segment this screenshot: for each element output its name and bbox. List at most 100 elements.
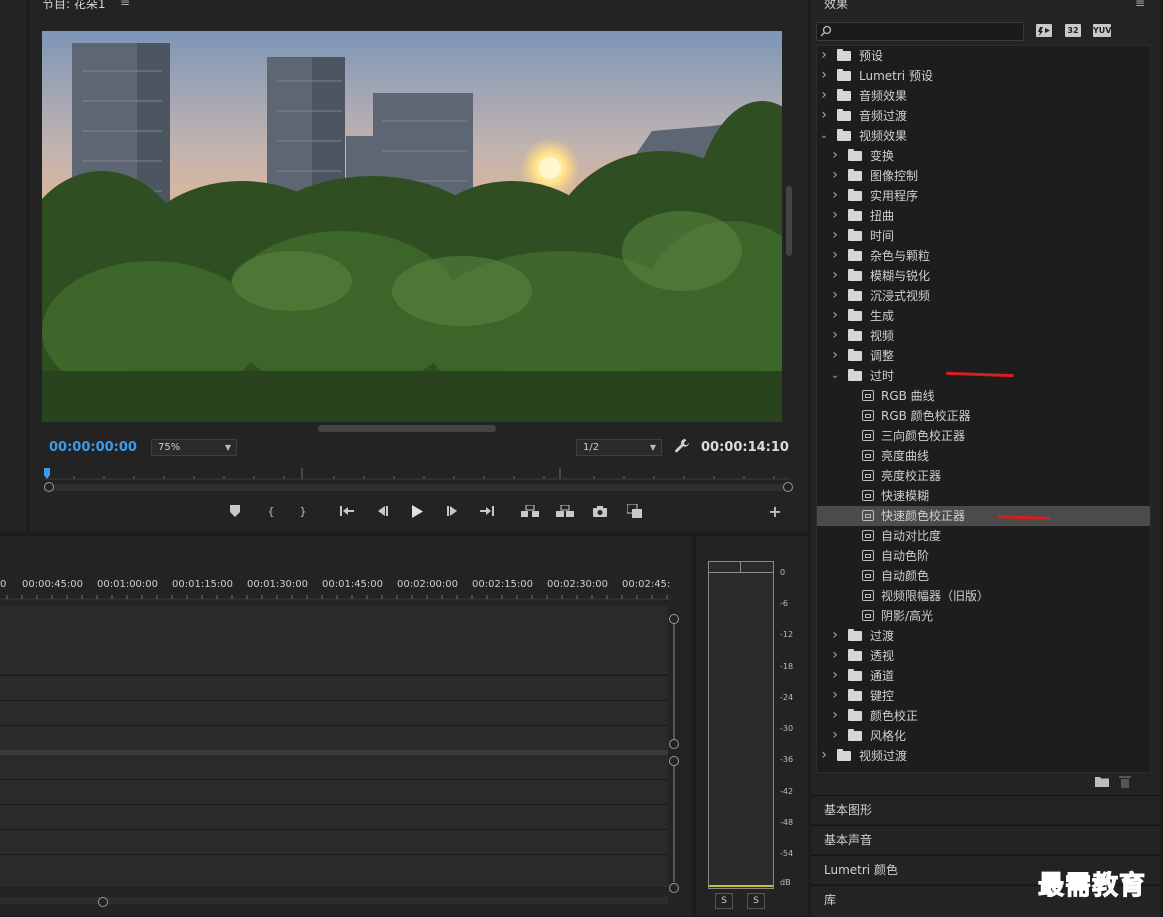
chevron-right-icon[interactable]: › <box>830 286 840 305</box>
chevron-right-icon[interactable]: › <box>830 326 840 345</box>
folder-item[interactable]: › Lumetri 预设 <box>817 66 1150 86</box>
audio-track[interactable] <box>0 755 668 779</box>
chevron-right-icon[interactable]: › <box>830 726 840 745</box>
chevron-right-icon[interactable]: › <box>830 206 840 225</box>
chevron-right-icon[interactable]: › <box>819 46 829 65</box>
folder-item[interactable]: › 时间 <box>817 226 1150 246</box>
effect-item[interactable]: 自动颜色 <box>817 566 1150 586</box>
folder-item[interactable]: › 图像控制 <box>817 166 1150 186</box>
accelerated-effects-icon[interactable] <box>1036 24 1052 37</box>
camera-icon[interactable] <box>591 502 609 520</box>
monitor-time-ruler[interactable] <box>44 468 790 480</box>
effect-item[interactable]: 三向颜色校正器 <box>817 426 1150 446</box>
video-track[interactable] <box>0 701 668 725</box>
chevron-right-icon[interactable]: › <box>830 706 840 725</box>
delete-icon[interactable] <box>1119 775 1131 788</box>
chevron-right-icon[interactable]: › <box>830 686 840 705</box>
chevron-right-icon[interactable]: › <box>830 626 840 645</box>
chevron-right-icon[interactable]: › <box>819 86 829 105</box>
folder-item[interactable]: › 音频过渡 <box>817 106 1150 126</box>
effect-item[interactable]: 视频限幅器（旧版） <box>817 586 1150 606</box>
timeline-ruler[interactable]: 0 00:00:45:00 00:01:00:00 00:01:15:00 00… <box>0 576 670 600</box>
audio-track[interactable] <box>0 830 668 854</box>
effect-item[interactable]: 自动色阶 <box>817 546 1150 566</box>
folder-item[interactable]: › 键控 <box>817 686 1150 706</box>
effect-item[interactable]: 亮度校正器 <box>817 466 1150 486</box>
chevron-right-icon[interactable]: › <box>830 246 840 265</box>
effect-item[interactable]: 阴影/高光 <box>817 606 1150 626</box>
folder-item[interactable]: › 透视 <box>817 646 1150 666</box>
zoom-handle-left[interactable] <box>44 482 54 492</box>
video-scrollbar[interactable] <box>673 622 675 742</box>
folder-item[interactable]: › 颜色校正 <box>817 706 1150 726</box>
folder-item[interactable]: › 模糊与锐化 <box>817 266 1150 286</box>
video-track[interactable] <box>0 726 668 750</box>
video-track-area[interactable] <box>0 606 668 674</box>
monitor-vertical-scrollbar[interactable] <box>786 186 792 256</box>
chevron-right-icon[interactable]: › <box>830 646 840 665</box>
chevron-down-icon[interactable]: ⌄ <box>830 366 840 386</box>
essential-sound-panel[interactable]: 基本声音 <box>811 825 1160 854</box>
folder-item[interactable]: › 视频 <box>817 326 1150 346</box>
folder-item[interactable]: › 生成 <box>817 306 1150 326</box>
effects-panel-title[interactable]: 效果 <box>824 0 848 12</box>
chevron-right-icon[interactable]: › <box>830 346 840 365</box>
play-icon[interactable] <box>408 502 426 520</box>
folder-item[interactable]: › 过渡 <box>817 626 1150 646</box>
scroll-handle[interactable] <box>669 614 679 624</box>
chevron-right-icon[interactable]: › <box>819 66 829 85</box>
yuv-effects-icon[interactable]: YUV <box>1093 24 1111 37</box>
panel-menu-icon[interactable]: ≡ <box>1135 0 1145 10</box>
folder-item[interactable]: › 扭曲 <box>817 206 1150 226</box>
mark-out-icon[interactable]: } <box>294 502 312 520</box>
program-monitor-title[interactable]: 节目: 花朵1 <box>42 0 106 12</box>
effect-item[interactable]: 自动对比度 <box>817 526 1150 546</box>
folder-item[interactable]: › 沉浸式视频 <box>817 286 1150 306</box>
playback-resolution-dropdown[interactable]: 1/2 ▼ <box>576 439 662 456</box>
32-bit-effects-icon[interactable]: 32 <box>1065 24 1081 37</box>
folder-item[interactable]: › 预设 <box>817 46 1150 66</box>
video-track[interactable] <box>0 676 668 700</box>
chevron-right-icon[interactable]: › <box>830 666 840 685</box>
monitor-horizontal-scrollbar[interactable] <box>318 425 496 432</box>
folder-item[interactable]: › 变换 <box>817 146 1150 166</box>
zoom-scroll-bar[interactable] <box>44 484 790 491</box>
panel-menu-icon[interactable]: ≡ <box>120 0 130 9</box>
current-timecode[interactable]: 00:00:00:00 <box>49 440 137 455</box>
chevron-down-icon[interactable]: ⌄ <box>819 126 829 146</box>
scroll-handle[interactable] <box>98 897 108 907</box>
folder-item[interactable]: › 音频效果 <box>817 86 1150 106</box>
zoom-level-dropdown[interactable]: 75% ▼ <box>151 439 237 456</box>
chevron-right-icon[interactable]: › <box>830 166 840 185</box>
go-to-out-icon[interactable] <box>478 502 496 520</box>
folder-item[interactable]: › 杂色与颗粒 <box>817 246 1150 266</box>
folder-item[interactable]: › 通道 <box>817 666 1150 686</box>
effects-search-input[interactable] <box>816 22 1024 41</box>
chevron-right-icon[interactable]: › <box>819 106 829 125</box>
effect-item[interactable]: 快速颜色校正器 <box>817 506 1150 526</box>
lift-icon[interactable] <box>521 502 539 520</box>
folder-item[interactable]: › 调整 <box>817 346 1150 366</box>
audio-scrollbar[interactable] <box>673 764 675 882</box>
folder-item[interactable]: › 视频过渡 <box>817 746 1150 766</box>
scroll-handle[interactable] <box>669 739 679 749</box>
audio-track[interactable] <box>0 805 668 829</box>
audio-track[interactable] <box>0 780 668 804</box>
step-forward-icon[interactable] <box>444 502 462 520</box>
folder-item[interactable]: ⌄ 视频效果 <box>817 126 1150 146</box>
scroll-handle[interactable] <box>669 756 679 766</box>
new-folder-icon[interactable] <box>1095 776 1109 787</box>
folder-item[interactable]: › 风格化 <box>817 726 1150 746</box>
folder-item[interactable]: › 实用程序 <box>817 186 1150 206</box>
solo-left-button[interactable]: S <box>715 893 733 909</box>
effect-item[interactable]: RGB 颜色校正器 <box>817 406 1150 426</box>
extract-icon[interactable] <box>556 502 574 520</box>
chevron-right-icon[interactable]: › <box>830 146 840 165</box>
effect-item[interactable]: 快速模糊 <box>817 486 1150 506</box>
solo-right-button[interactable]: S <box>747 893 765 909</box>
wrench-icon[interactable] <box>674 438 690 454</box>
chevron-right-icon[interactable]: › <box>819 746 829 765</box>
chevron-right-icon[interactable]: › <box>830 306 840 325</box>
essential-graphics-panel[interactable]: 基本图形 <box>811 795 1160 824</box>
chevron-right-icon[interactable]: › <box>830 266 840 285</box>
